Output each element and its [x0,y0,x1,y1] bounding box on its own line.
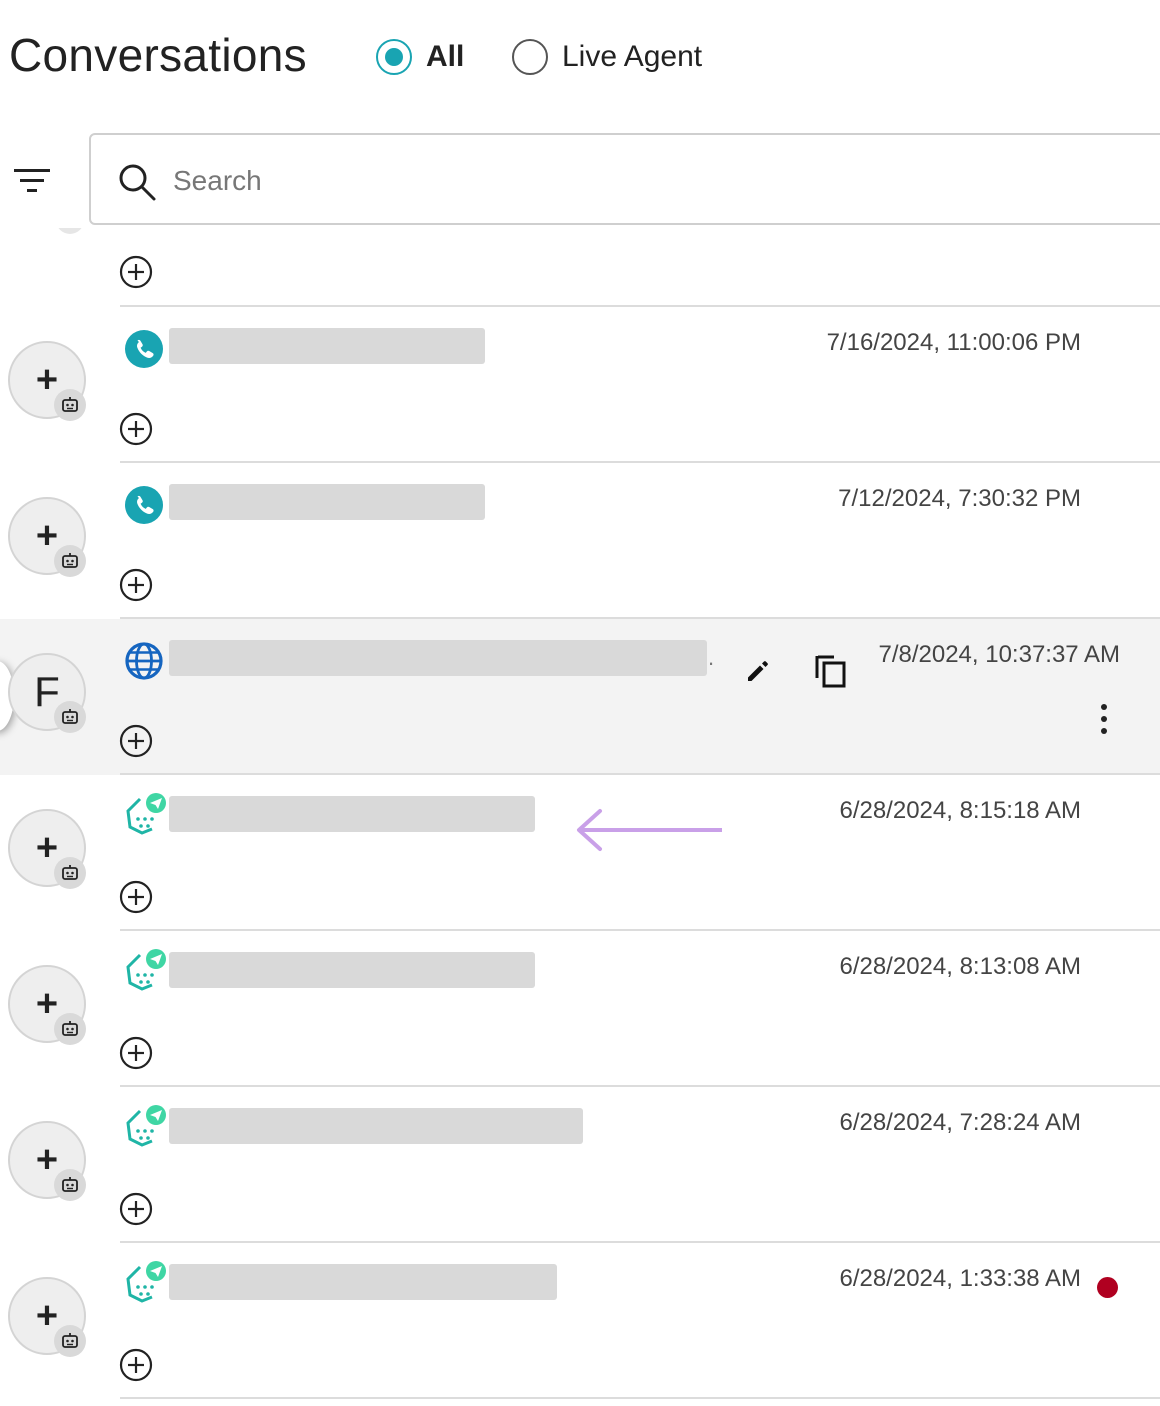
search-input[interactable] [171,155,1075,207]
contact-name-redacted [169,328,485,364]
add-circle-icon[interactable] [118,1347,154,1383]
conversation-timestamp: 6/28/2024, 7:28:24 AM [839,1109,1081,1136]
conversations-header: Conversations All Live Agent [0,0,1160,118]
contact-name-redacted [169,1108,583,1144]
add-circle-icon[interactable] [118,567,154,603]
contact-name-redacted [169,1264,557,1300]
contact-name-redacted [169,640,707,676]
bot-icon [54,1325,86,1357]
conversation-list[interactable]: + 7/16/2024, 11:00:06 PM + 7/12/2024, 7:… [0,228,1160,1406]
telegram-bot-icon [126,793,166,835]
more-vertical-icon[interactable] [1090,699,1118,739]
search-icon [119,164,156,201]
add-circle-icon[interactable] [118,411,154,447]
conversation-row-selected[interactable]: F . 7/8/2024, 10:37:37 AM [0,619,1160,775]
annotation-arrow [577,809,722,851]
web-icon [125,642,163,680]
conversation-row[interactable]: + 6/28/2024, 8:13:08 AM [0,931,1160,1087]
conversation-timestamp: 7/8/2024, 10:37:37 AM [878,641,1120,668]
conversation-timestamp: 6/28/2024, 8:15:18 AM [839,797,1081,824]
add-circle-icon[interactable] [118,1035,154,1071]
add-circle-icon[interactable] [118,723,154,759]
bot-icon [54,857,86,889]
conversation-timestamp: 6/28/2024, 1:33:38 AM [839,1265,1081,1292]
conversation-timestamp: 7/16/2024, 11:00:06 PM [826,329,1081,356]
radio-unselected-indicator[interactable] [512,39,548,75]
filter-live-agent-label: Live Agent [562,40,703,73]
search-box[interactable] [89,133,1160,225]
conversation-row[interactable]: + 7/16/2024, 11:00:06 PM [0,307,1160,463]
edit-pencil-icon[interactable] [744,657,772,685]
filter-list-icon[interactable] [12,166,52,196]
bot-icon [54,701,86,733]
conversation-row[interactable]: + 6/28/2024, 8:15:18 AM [0,775,1160,931]
contact-name-redacted [169,952,535,988]
conversation-row-partial[interactable] [0,228,1160,307]
bot-icon [54,1169,86,1201]
conversation-row[interactable]: + 6/28/2024, 7:28:24 AM [0,1087,1160,1243]
add-circle-icon[interactable] [118,254,154,290]
add-circle-icon[interactable] [118,879,154,915]
phone-icon [125,330,163,368]
contact-name-redacted [169,484,485,520]
telegram-bot-icon [126,1261,166,1303]
bot-icon [54,1013,86,1045]
conversation-row[interactable]: + 7/12/2024, 7:30:32 PM [0,463,1160,619]
truncation-dot: . [708,645,715,670]
phone-icon [125,486,163,524]
filter-all-radio[interactable]: All [376,36,464,78]
copy-icon[interactable] [814,653,848,689]
bot-icon [54,545,86,577]
radio-selected-indicator[interactable] [376,39,412,75]
avatar-partial [56,228,84,234]
conversation-timestamp: 6/28/2024, 8:13:08 AM [839,953,1081,980]
add-circle-icon[interactable] [118,1191,154,1227]
filter-live-agent-radio[interactable]: Live Agent [512,36,702,78]
conversation-timestamp: 7/12/2024, 7:30:32 PM [838,485,1081,512]
unread-indicator [1097,1277,1118,1298]
contact-name-redacted [169,796,535,832]
bot-icon [54,389,86,421]
telegram-bot-icon [126,1105,166,1147]
row-divider [120,1397,1160,1399]
filter-all-label: All [426,40,465,73]
telegram-bot-icon [126,949,166,991]
conversation-row[interactable]: + 6/28/2024, 1:33:38 AM [0,1243,1160,1399]
page-title: Conversations [9,29,307,81]
